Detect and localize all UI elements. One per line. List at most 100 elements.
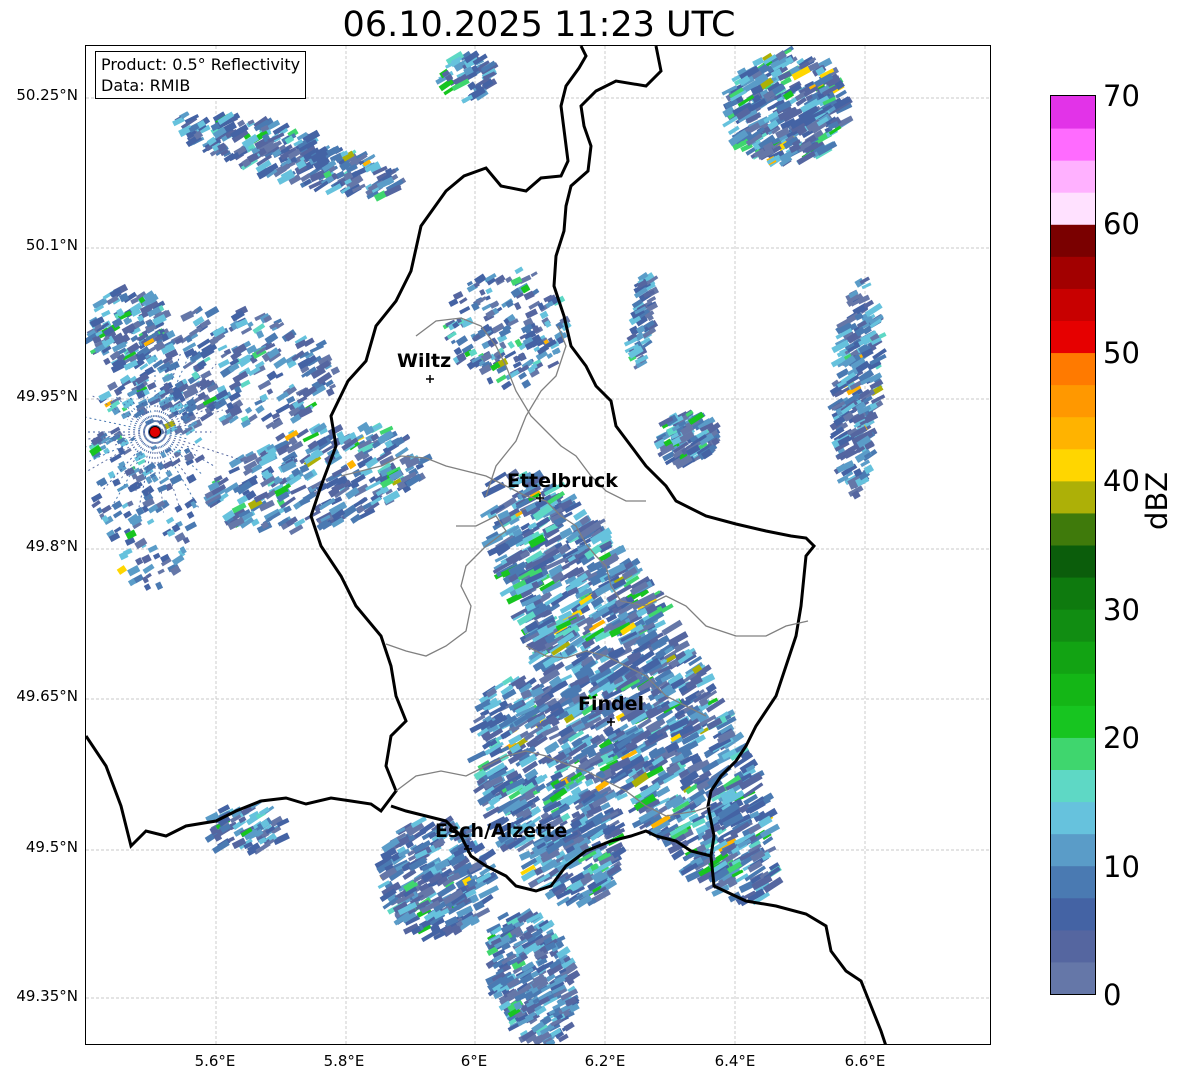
radar-echo [204,305,220,319]
radar-echo [455,335,469,347]
colorbar-swatch [1051,737,1095,770]
lat-label: 49.5°N [25,838,78,856]
radar-echo [514,266,524,275]
map-canvas [86,46,990,1044]
radar-echo [479,288,486,296]
radar-echo [194,454,206,464]
colorbar-swatch [1051,448,1095,482]
radar-echo [499,341,507,350]
colorbar-swatch [1051,96,1095,129]
city-label-findel: Findel [578,693,645,715]
radar-echo [247,321,254,328]
radar-spoke [86,416,156,433]
radar-echo [121,410,132,420]
colorbar-swatch [1051,352,1095,386]
colorbar-swatch [1051,705,1095,738]
radar-map[interactable]: Wiltz Ettelbruck Findel Esch/Alzette [85,45,991,1045]
radar-echo [194,437,203,444]
city-label-ettelbruck: Ettelbruck [507,470,618,492]
radar-echo [257,379,272,391]
colorbar-tick: 0 [1103,978,1122,1012]
radar-echo [146,518,155,526]
radar-echo [113,526,122,534]
radar-echo [157,484,168,493]
city-label-wiltz: Wiltz [397,350,452,372]
colorbar-swatch [1051,577,1095,610]
radar-echo [290,484,307,495]
colorbar-tick: 70 [1103,79,1140,113]
radar-echo [519,334,527,340]
radar-echo [240,326,253,335]
radar-echo [266,388,274,395]
radar-echo [157,568,165,575]
lon-label: 6.6°E [844,1052,886,1070]
colorbar-tick: 40 [1103,464,1140,498]
radar-echo [111,500,123,511]
colorbar-swatch [1051,416,1095,450]
radar-spoke [154,431,216,468]
radar-echo [260,412,273,423]
radar-echo [165,516,175,525]
colorbar-swatch [1051,673,1095,706]
radar-echo [450,339,457,345]
radar-echo [90,492,103,503]
colorbar-label: dBZ [1140,471,1174,530]
radar-echo [186,511,195,519]
map-title: 06.10.2025 11:23 UTC [342,5,736,45]
radar-echo [112,510,123,519]
lon-label: 6.4°E [714,1052,756,1070]
radar-echo [584,778,594,787]
colorbar [1050,95,1096,995]
radar-echo [530,271,538,278]
radar-echo [239,379,251,389]
data-source-label: Data: RMIB [101,76,191,95]
radar-echo [459,305,471,315]
radar-echo [97,477,108,487]
lon-label: 5.8°E [323,1052,365,1070]
radar-echo [461,94,474,104]
radar-echo [547,360,560,369]
lat-label: 49.95°N [16,387,78,405]
radar-echo [142,563,155,574]
colorbar-swatch [1051,897,1095,931]
colorbar-tick: 60 [1103,207,1140,241]
radar-echo [448,298,459,307]
radar-echo [134,537,148,550]
colorbar-swatch [1051,961,1095,994]
radar-echo [103,357,111,366]
product-label: Product: 0.5° Reflectivity [101,55,301,74]
colorbar-tick: 50 [1103,336,1140,370]
radar-echo [174,504,183,513]
lat-label: 49.35°N [16,987,78,1005]
colorbar-swatch [1051,545,1095,578]
colorbar-swatches [1051,96,1095,994]
radar-echo [513,301,522,311]
colorbar-swatch [1051,769,1095,803]
colorbar-swatch [1051,320,1095,354]
lat-label: 49.8°N [25,537,78,555]
colorbar-swatch [1051,480,1095,514]
radar-echo [266,370,278,381]
colorbar-tick: 30 [1103,593,1140,627]
colorbar-tick: 20 [1103,721,1140,755]
radar-echo [101,504,112,514]
radar-echo [152,552,161,560]
colorbar-swatch [1051,128,1095,161]
radar-echo [486,376,494,385]
lon-label: 6.2°E [584,1052,626,1070]
radar-echo [127,565,141,577]
radar-echo [186,473,197,484]
radar-echo [143,583,152,591]
radar-echo [467,750,487,764]
colorbar-swatch [1051,929,1095,963]
radar-echo [501,380,512,391]
lon-label: 5.6°E [194,1052,236,1070]
colorbar-swatch [1051,160,1095,193]
colorbar-swatch [1051,641,1095,674]
product-info-box: Product: 0.5° Reflectivity Data: RMIB [95,51,307,99]
city-label-esch: Esch/Alzette [435,820,568,842]
colorbar-swatch [1051,609,1095,642]
radar-echo [155,581,164,591]
radar-echo [453,346,462,355]
radar-echo [255,404,265,414]
